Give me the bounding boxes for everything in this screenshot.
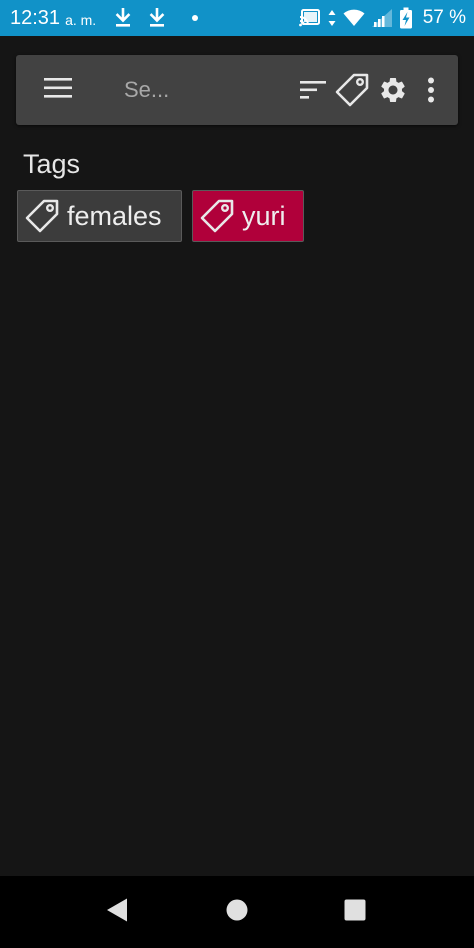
sort-button[interactable] xyxy=(294,66,332,114)
tag-chip-yuri[interactable]: yuri xyxy=(192,190,304,242)
wifi-icon xyxy=(343,9,365,27)
back-icon xyxy=(105,897,129,928)
status-time: 12:31 xyxy=(10,6,61,29)
toolbar-actions xyxy=(294,66,448,114)
more-vert-icon xyxy=(427,77,435,103)
sort-icon xyxy=(299,79,327,101)
tag-chip-females[interactable]: females xyxy=(17,190,182,242)
menu-icon xyxy=(43,77,73,104)
notification-dot-icon xyxy=(192,15,199,21)
download-icon xyxy=(148,8,166,28)
more-options-button[interactable] xyxy=(414,66,448,114)
navigation-bar xyxy=(0,876,474,948)
home-icon xyxy=(225,898,249,927)
signal-icon xyxy=(371,8,393,28)
back-button[interactable] xyxy=(87,882,147,942)
tag-icon xyxy=(334,72,370,108)
tag-filter-button[interactable] xyxy=(332,66,372,114)
toolbar xyxy=(16,55,458,125)
tag-icon xyxy=(199,198,235,234)
recents-button[interactable] xyxy=(325,882,385,942)
battery-charging-icon xyxy=(399,7,413,29)
search-input[interactable] xyxy=(124,70,274,110)
tag-icon xyxy=(24,198,60,234)
status-bar: 12:31 a. m. 57 % xyxy=(0,0,474,36)
tag-label: females xyxy=(67,200,162,231)
settings-button[interactable] xyxy=(372,66,414,114)
menu-button[interactable] xyxy=(34,66,82,114)
tag-list: females yuri xyxy=(17,190,304,242)
download-icon xyxy=(114,8,132,28)
tag-label: yuri xyxy=(242,200,286,231)
settings-icon xyxy=(378,75,408,105)
status-ampm: a. m. xyxy=(65,11,97,28)
battery-percentage: 57 % xyxy=(422,7,466,28)
recents-icon xyxy=(343,898,367,927)
cast-icon xyxy=(298,8,321,28)
status-notification-icons xyxy=(114,8,199,28)
data-arrows-icon xyxy=(327,8,337,28)
status-left: 12:31 a. m. xyxy=(10,6,199,30)
status-right: 57 % xyxy=(298,7,466,29)
home-button[interactable] xyxy=(207,882,267,942)
section-title: Tags xyxy=(23,149,81,179)
